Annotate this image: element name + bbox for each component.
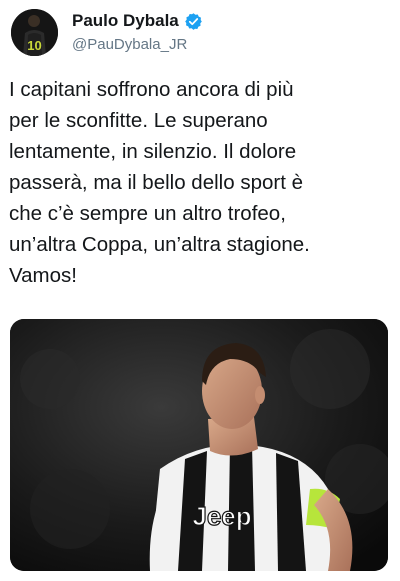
- tweet: 10 Paulo Dybala @PauDybala_JR I capitani…: [0, 0, 400, 581]
- tweet-media-image[interactable]: Jeep: [10, 319, 388, 571]
- player-avatar-icon: 10: [11, 9, 58, 56]
- verified-badge-icon: [184, 12, 203, 31]
- avatar[interactable]: 10: [11, 9, 58, 56]
- author-row: Paulo Dybala: [72, 10, 203, 32]
- shirt-sponsor: Jeep: [192, 501, 251, 531]
- football-player-photo: Jeep: [10, 319, 388, 571]
- handle[interactable]: @PauDybala_JR: [72, 36, 187, 53]
- tweet-text: I capitani soffrono ancora di più per le…: [9, 78, 310, 287]
- display-name[interactable]: Paulo Dybala: [72, 11, 179, 31]
- avatar-number: 10: [27, 38, 41, 53]
